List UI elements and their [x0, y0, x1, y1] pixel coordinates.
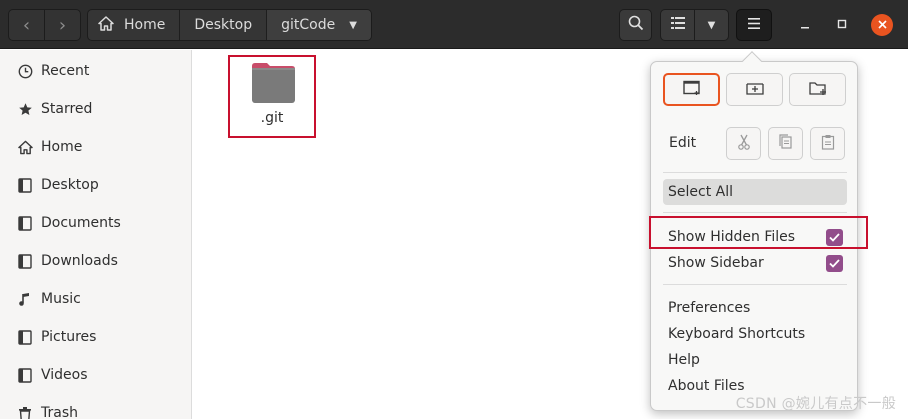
document-icon	[17, 215, 33, 231]
watermark: CSDN @婉儿有点不一般	[735, 396, 896, 412]
maximize-button[interactable]	[831, 14, 853, 36]
edit-label: Edit	[669, 135, 697, 151]
sidebar-item-documents[interactable]: Documents	[0, 204, 191, 242]
sidebar-item-label: Documents	[41, 215, 121, 231]
divider	[663, 284, 847, 285]
chevron-left-icon: ‹	[22, 14, 31, 36]
menu-item-label: About Files	[668, 378, 745, 394]
search-button[interactable]	[619, 9, 652, 41]
search-icon	[628, 15, 644, 35]
breadcrumb-label: gitCode	[281, 17, 336, 33]
close-icon	[877, 18, 887, 32]
menu-item-help[interactable]: Help	[663, 347, 847, 373]
clock-icon	[17, 63, 33, 79]
paste-icon	[821, 134, 835, 154]
back-button[interactable]: ‹	[9, 10, 44, 40]
minimize-icon	[800, 18, 810, 33]
sidebar-item-label: Starred	[41, 101, 93, 117]
sidebar-item-label: Downloads	[41, 253, 118, 269]
folder-icon	[250, 62, 297, 104]
breadcrumb-home[interactable]: Home	[88, 10, 181, 40]
download-icon	[17, 253, 33, 269]
sidebar-item-recent[interactable]: Recent	[0, 52, 191, 90]
list-icon	[670, 17, 685, 33]
music-icon	[17, 291, 33, 307]
main-menu-button[interactable]	[736, 9, 772, 41]
chevron-down-icon: ▼	[707, 19, 716, 31]
hamburger-icon	[748, 17, 760, 33]
breadcrumb-gitcode[interactable]: gitCode ▼	[267, 10, 371, 40]
home-icon	[98, 15, 114, 35]
sidebar-item-label: Recent	[41, 63, 90, 79]
copy-icon	[778, 133, 793, 154]
sidebar-item-videos[interactable]: Videos	[0, 356, 191, 394]
chevron-right-icon: ›	[58, 14, 67, 36]
new-tab-button[interactable]	[726, 73, 783, 106]
new-folder-button[interactable]	[789, 73, 846, 106]
sidebar-item-home[interactable]: Home	[0, 128, 191, 166]
navigation-buttons: ‹ ›	[8, 9, 81, 41]
file-item[interactable]: .git	[228, 55, 316, 138]
new-tab-icon	[745, 80, 764, 100]
close-button[interactable]	[871, 14, 893, 36]
sidebar-item-label: Home	[41, 139, 83, 155]
view-dropdown-button[interactable]: ▼	[694, 10, 728, 40]
sidebar-item-music[interactable]: Music	[0, 280, 191, 318]
home-icon	[17, 139, 33, 155]
menu-item-label: Preferences	[668, 300, 751, 316]
sidebar-item-label: Pictures	[41, 329, 97, 345]
menu-item-select-all[interactable]: Select All	[663, 179, 847, 205]
sidebar-item-label: Music	[41, 291, 81, 307]
view-options: ▼	[660, 9, 729, 41]
sidebar: Recent Starred Home Desktop Documents Do…	[0, 50, 192, 419]
copy-button[interactable]	[768, 127, 803, 160]
sidebar-item-pictures[interactable]: Pictures	[0, 318, 191, 356]
paste-button[interactable]	[810, 127, 845, 160]
menu-item-keyboard-shortcuts[interactable]: Keyboard Shortcuts	[663, 321, 847, 347]
list-view-button[interactable]	[661, 10, 694, 40]
divider	[663, 212, 847, 213]
video-icon	[17, 367, 33, 383]
maximize-icon	[837, 18, 847, 33]
cut-button[interactable]	[726, 127, 761, 160]
forward-button[interactable]: ›	[44, 10, 80, 40]
sidebar-item-downloads[interactable]: Downloads	[0, 242, 191, 280]
header-bar: ‹ › Home Desktop gitCode ▼ ▼	[0, 0, 908, 49]
trash-icon	[17, 405, 33, 419]
breadcrumb: Home Desktop gitCode ▼	[87, 9, 372, 41]
annotation-highlight-box	[649, 216, 868, 249]
menu-item-show-sidebar[interactable]: Show Sidebar	[663, 250, 847, 276]
new-folder-icon	[808, 80, 827, 100]
sidebar-item-desktop[interactable]: Desktop	[0, 166, 191, 204]
sidebar-item-trash[interactable]: Trash	[0, 394, 191, 419]
breadcrumb-label: Desktop	[194, 17, 253, 33]
sidebar-item-label: Videos	[41, 367, 88, 383]
desktop-icon	[17, 177, 33, 193]
checkbox-checked[interactable]	[826, 255, 843, 272]
star-icon	[17, 101, 33, 117]
sidebar-item-label: Trash	[41, 405, 78, 419]
breadcrumb-desktop[interactable]: Desktop	[180, 10, 268, 40]
menu-item-label: Show Sidebar	[668, 255, 764, 271]
scissors-icon	[737, 134, 751, 154]
menu-item-label: Select All	[668, 184, 733, 200]
new-window-button[interactable]	[663, 73, 720, 106]
file-manager-window: ‹ › Home Desktop gitCode ▼ ▼ Recent Star…	[0, 0, 908, 419]
chevron-down-icon: ▼	[349, 19, 357, 31]
sidebar-item-starred[interactable]: Starred	[0, 90, 191, 128]
menu-item-preferences[interactable]: Preferences	[663, 295, 847, 321]
menu-item-label: Help	[668, 352, 700, 368]
new-window-icon	[682, 80, 701, 100]
picture-icon	[17, 329, 33, 345]
breadcrumb-label: Home	[124, 17, 166, 33]
sidebar-item-label: Desktop	[41, 177, 99, 193]
minimize-button[interactable]	[794, 14, 816, 36]
divider	[663, 172, 847, 173]
menu-item-label: Keyboard Shortcuts	[668, 326, 806, 342]
file-name: .git	[260, 110, 284, 126]
